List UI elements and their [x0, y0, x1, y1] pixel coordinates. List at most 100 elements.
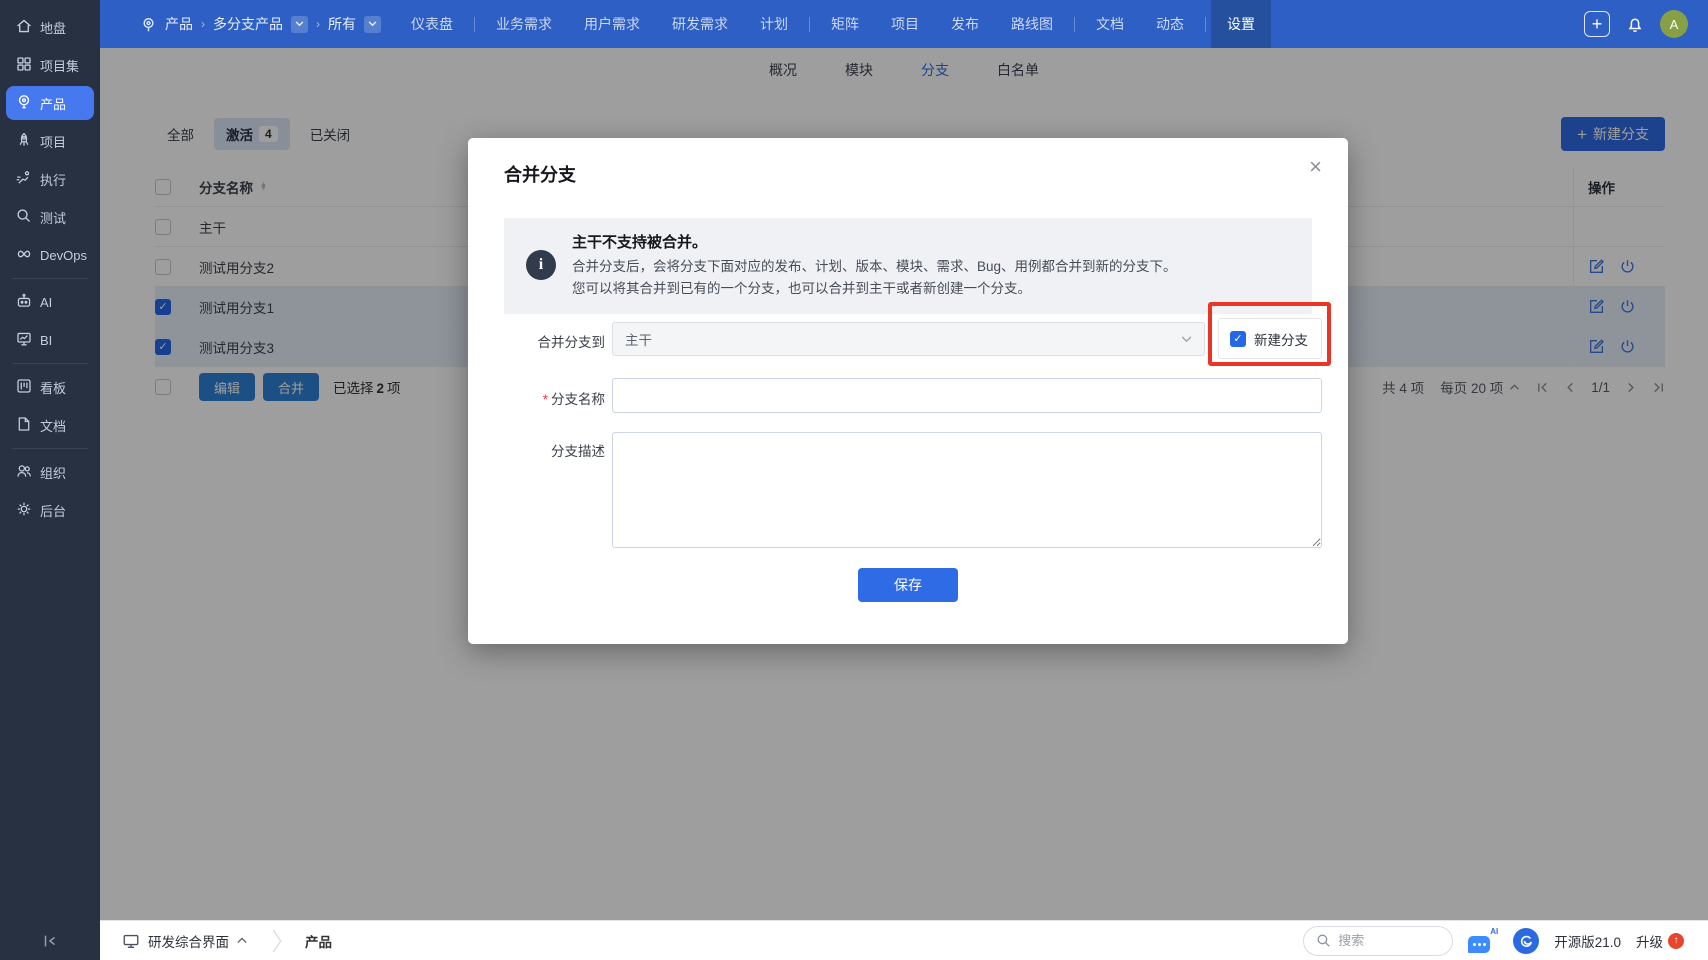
- tab-dashboard[interactable]: 仪表盘: [395, 0, 469, 48]
- merge-to-label: 合并分支到: [537, 335, 606, 350]
- search-input[interactable]: [1338, 933, 1434, 948]
- quick-create-button[interactable]: +: [1584, 11, 1610, 37]
- status-bar: 研发综合界面 产品 AI 开源版21.0 升级 ↑: [100, 920, 1708, 960]
- org-users-icon: [15, 462, 33, 483]
- tab-plan[interactable]: 计划: [744, 0, 804, 48]
- required-mark: *: [542, 392, 548, 407]
- sidebar-item-label: BI: [40, 332, 53, 348]
- scope-dropdown-chevron-icon[interactable]: [364, 15, 381, 33]
- alert-line-2: 您可以将其合并到已有的一个分支，也可以合并到主干或者新创建一个分支。: [572, 280, 1031, 296]
- product-dropdown-chevron-icon[interactable]: [291, 15, 308, 33]
- sidebar-item-admin[interactable]: 后台: [6, 493, 94, 527]
- status-context: 产品: [305, 934, 332, 950]
- tab-dynamic[interactable]: 动态: [1140, 0, 1200, 48]
- qa-magnifier-icon: [15, 207, 33, 228]
- tab-release[interactable]: 发布: [935, 0, 995, 48]
- sidebar-item-label: 组织: [40, 465, 67, 481]
- new-branch-checkbox-label[interactable]: 新建分支: [1254, 329, 1308, 349]
- location-pin-icon: [140, 16, 157, 33]
- nav-divider: [474, 16, 475, 32]
- admin-gear-icon: [15, 500, 33, 521]
- home-icon: [15, 17, 33, 38]
- sidebar-item-ai[interactable]: AI: [6, 285, 94, 319]
- upgrade-link[interactable]: 升级 ↑: [1636, 931, 1684, 951]
- doc-file-icon: [15, 415, 33, 436]
- merge-branch-modal: 合并分支 × i 主干不支持被合并。 合并分支后，会将分支下面对应的发布、计划、…: [468, 138, 1348, 644]
- alert-title: 主干不支持被合并。: [572, 234, 708, 251]
- sidebar-item-label: 文档: [40, 418, 67, 434]
- tab-roadmap[interactable]: 路线图: [995, 0, 1069, 48]
- modal-title: 合并分支: [504, 165, 576, 185]
- sidebar-item-execution[interactable]: 执行: [6, 162, 94, 196]
- save-button[interactable]: 保存: [858, 568, 958, 602]
- sidebar: 地盘 项目集 产品 项目 执行 测试 DevOps AI BI 看板 文档 组织…: [0, 0, 100, 960]
- breadcrumb: 产品 › 多分支产品 › 所有: [100, 14, 395, 34]
- sidebar-item-project[interactable]: 项目: [6, 124, 94, 158]
- merge-to-select[interactable]: 主干: [612, 322, 1205, 356]
- tab-settings[interactable]: 设置: [1211, 0, 1271, 48]
- upgrade-badge-icon: ↑: [1668, 932, 1684, 949]
- nav-divider: [809, 16, 810, 32]
- breadcrumb-separator: ›: [201, 17, 205, 31]
- breadcrumb-product[interactable]: 多分支产品: [213, 14, 283, 34]
- chevron-up-icon[interactable]: [237, 937, 247, 944]
- product-bulb-icon: [15, 93, 33, 114]
- version-label[interactable]: 开源版21.0: [1554, 931, 1621, 951]
- bi-board-icon: [15, 330, 33, 351]
- devops-infinity-icon: [15, 245, 33, 266]
- sidebar-item-product[interactable]: 产品: [6, 86, 94, 120]
- new-branch-option: ✓ 新建分支: [1218, 318, 1322, 359]
- breadcrumb-scope[interactable]: 所有: [328, 14, 356, 34]
- breadcrumb-root[interactable]: 产品: [165, 14, 193, 34]
- branch-name-input[interactable]: [612, 378, 1322, 413]
- merge-to-value: 主干: [625, 333, 652, 348]
- tab-user-requirements[interactable]: 用户需求: [568, 0, 656, 48]
- sidebar-item-label: AI: [40, 294, 53, 310]
- search-icon: [1316, 933, 1331, 948]
- ai-robot-icon: [15, 292, 33, 313]
- topbar-actions: + A: [1584, 10, 1708, 38]
- tab-doc[interactable]: 文档: [1080, 0, 1140, 48]
- branch-name-label: * 分支名称: [542, 392, 605, 407]
- branch-desc-label: 分支描述: [551, 444, 605, 459]
- new-branch-checkbox[interactable]: ✓: [1230, 330, 1246, 347]
- ai-assistant-icon[interactable]: AI: [1468, 927, 1498, 953]
- tab-dev-requirements[interactable]: 研发需求: [656, 0, 744, 48]
- tab-project[interactable]: 项目: [875, 0, 935, 48]
- info-icon: i: [526, 250, 556, 281]
- tab-business-requirements[interactable]: 业务需求: [480, 0, 568, 48]
- project-rocket-icon: [15, 131, 33, 152]
- branch-desc-textarea[interactable]: [612, 432, 1322, 548]
- sidebar-item-label: 项目: [40, 134, 67, 150]
- sidebar-item-dashboard[interactable]: 地盘: [6, 10, 94, 44]
- close-icon[interactable]: ×: [1309, 154, 1322, 180]
- sidebar-item-label: 测试: [40, 210, 67, 226]
- sidebar-item-label: 看板: [40, 380, 67, 396]
- sidebar-item-devops[interactable]: DevOps: [6, 238, 94, 272]
- notification-bell-icon[interactable]: [1624, 13, 1646, 35]
- alert-line-1: 合并分支后，会将分支下面对应的发布、计划、版本、模块、需求、Bug、用例都合并到…: [572, 259, 1177, 274]
- screen-monitor-icon: [122, 932, 140, 950]
- chevron-down-icon: [1181, 335, 1192, 343]
- top-navigation: 仪表盘 业务需求 用户需求 研发需求 计划 矩阵 项目 发布 路线图 文档 动态…: [395, 0, 1271, 48]
- sidebar-item-label: 后台: [40, 503, 67, 519]
- sidebar-item-doc[interactable]: 文档: [6, 408, 94, 442]
- sidebar-item-bi[interactable]: BI: [6, 323, 94, 357]
- program-grid-icon: [15, 55, 33, 76]
- sidebar-collapse-icon[interactable]: [0, 932, 100, 950]
- sidebar-item-kanban[interactable]: 看板: [6, 370, 94, 404]
- view-switcher[interactable]: 研发综合界面: [148, 931, 229, 951]
- tab-matrix[interactable]: 矩阵: [815, 0, 875, 48]
- sidebar-item-label: 项目集: [40, 58, 80, 74]
- sidebar-item-label: 执行: [40, 172, 67, 188]
- kanban-icon: [15, 377, 33, 398]
- sidebar-item-label: 产品: [40, 96, 67, 112]
- zentao-logo[interactable]: [1513, 927, 1540, 954]
- avatar[interactable]: A: [1660, 10, 1688, 38]
- sidebar-item-org[interactable]: 组织: [6, 455, 94, 489]
- sidebar-item-program[interactable]: 项目集: [6, 48, 94, 82]
- sidebar-item-label: 地盘: [40, 20, 67, 36]
- sidebar-item-qa[interactable]: 测试: [6, 200, 94, 234]
- separator-chevron-icon: [271, 928, 283, 954]
- sidebar-divider: [12, 448, 88, 449]
